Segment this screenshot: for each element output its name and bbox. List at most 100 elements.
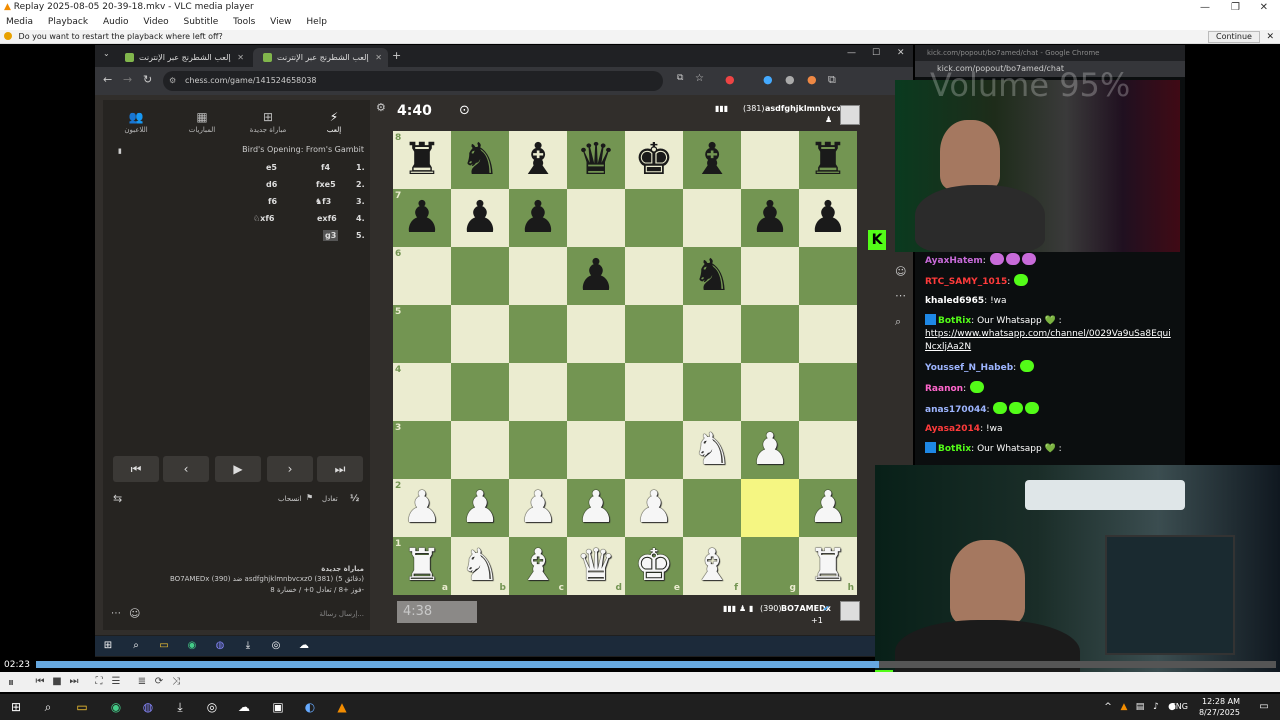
obs-icon[interactable]: ◎ bbox=[204, 699, 220, 715]
tab-games[interactable]: ▦ المباريات bbox=[169, 110, 235, 134]
shuffle-icon[interactable]: ⤨ bbox=[169, 675, 183, 689]
move-white[interactable]: f4 bbox=[321, 163, 330, 172]
board-square-c5[interactable] bbox=[509, 305, 567, 363]
close-notice-icon[interactable]: ✕ bbox=[1266, 30, 1274, 44]
loop-icon[interactable]: ⟳ bbox=[152, 675, 166, 689]
download-icon[interactable]: ⤓ bbox=[172, 699, 188, 715]
next-move-button[interactable]: › bbox=[267, 456, 313, 482]
white-queen-piece[interactable]: ♛ bbox=[576, 540, 615, 591]
board-square-b2[interactable]: ♟ bbox=[451, 479, 509, 537]
close-window-icon[interactable]: ✕ bbox=[897, 48, 905, 58]
app-icon[interactable]: ☁ bbox=[297, 639, 311, 653]
tab-new-game[interactable]: ⊞ مباراة جديدة bbox=[235, 110, 301, 134]
menu-tools[interactable]: Tools bbox=[233, 17, 255, 27]
previous-icon[interactable]: ⏮ bbox=[33, 675, 47, 689]
board-square-d6[interactable]: ♟ bbox=[567, 247, 625, 305]
white-bishop-piece[interactable]: ♝ bbox=[692, 540, 731, 591]
move-black[interactable]: f6 bbox=[268, 197, 277, 206]
streamer-icon[interactable]: ☺ bbox=[895, 265, 906, 278]
white-rook-piece[interactable]: ♜ bbox=[402, 540, 441, 591]
board-square-c2[interactable]: ♟ bbox=[509, 479, 567, 537]
settings-gear-icon[interactable]: ⚙ bbox=[376, 101, 386, 114]
chat-username[interactable]: RTC_SAMY_1015 bbox=[925, 277, 1007, 287]
board-square-a7[interactable]: ♟ 7 bbox=[393, 189, 451, 247]
chat-username[interactable]: AyaxHatem bbox=[925, 256, 983, 266]
volume-icon[interactable]: ♪ bbox=[1148, 699, 1164, 715]
board-square-f1[interactable]: ♝ f bbox=[683, 537, 741, 595]
white-pawn-piece[interactable]: ♟ bbox=[634, 482, 673, 533]
extensions-puzzle-icon[interactable]: ⧉ bbox=[828, 73, 836, 87]
last-move-button[interactable]: ⏭ bbox=[317, 456, 363, 482]
board-square-e4[interactable] bbox=[625, 363, 683, 421]
board-square-a1[interactable]: ♜ 1 a bbox=[393, 537, 451, 595]
board-square-g1[interactable]: g bbox=[741, 537, 799, 595]
white-bishop-piece[interactable]: ♝ bbox=[518, 540, 557, 591]
board-square-d7[interactable] bbox=[567, 189, 625, 247]
board-square-e8[interactable]: ♚ bbox=[625, 131, 683, 189]
windows-start-icon[interactable]: ⊞ bbox=[101, 639, 115, 653]
board-square-f3[interactable]: ♞ bbox=[683, 421, 741, 479]
extension-icon[interactable]: ● bbox=[763, 73, 773, 86]
menu-playback[interactable]: Playback bbox=[48, 17, 88, 27]
board-square-g6[interactable] bbox=[741, 247, 799, 305]
board-square-h8[interactable]: ♜ bbox=[799, 131, 857, 189]
draw-button[interactable]: تعادل bbox=[322, 495, 338, 503]
app-icon[interactable]: ▣ bbox=[270, 699, 286, 715]
board-square-a4[interactable]: 4 bbox=[393, 363, 451, 421]
board-square-b5[interactable] bbox=[451, 305, 509, 363]
flag-icon[interactable]: ⚑ bbox=[306, 493, 313, 502]
player-avatar[interactable] bbox=[840, 601, 860, 621]
black-king-piece[interactable]: ♚ bbox=[634, 134, 673, 185]
menu-media[interactable]: Media bbox=[6, 17, 33, 27]
white-king-piece[interactable]: ♚ bbox=[634, 540, 673, 591]
black-rook-piece[interactable]: ♜ bbox=[808, 134, 847, 185]
white-rook-piece[interactable]: ♜ bbox=[808, 540, 847, 591]
board-square-f8[interactable]: ♝ bbox=[683, 131, 741, 189]
extension-icon[interactable]: ● bbox=[725, 73, 735, 86]
board-square-e2[interactable]: ♟ bbox=[625, 479, 683, 537]
white-pawn-piece[interactable]: ♟ bbox=[808, 482, 847, 533]
board-square-g5[interactable] bbox=[741, 305, 799, 363]
close-button[interactable]: ✕ bbox=[1260, 0, 1268, 15]
board-square-f5[interactable] bbox=[683, 305, 741, 363]
board-square-c8[interactable]: ♝ bbox=[509, 131, 567, 189]
board-square-c4[interactable] bbox=[509, 363, 567, 421]
language-indicator[interactable]: ENG bbox=[1171, 702, 1188, 711]
prev-move-button[interactable]: ‹ bbox=[163, 456, 209, 482]
board-square-d5[interactable] bbox=[567, 305, 625, 363]
chat-link[interactable]: https://www.whatsapp.com/channel/0029Va9… bbox=[925, 328, 1183, 354]
board-square-h3[interactable] bbox=[799, 421, 857, 479]
tab-players[interactable]: 👥 اللاعبون bbox=[103, 110, 169, 134]
opponent-avatar[interactable] bbox=[840, 105, 860, 125]
board-square-a8[interactable]: ♜ 8 bbox=[393, 131, 451, 189]
play-moves-button[interactable]: ▶ bbox=[215, 456, 261, 482]
move-black[interactable]: e5 bbox=[266, 163, 277, 172]
board-square-a2[interactable]: ♟ 2 bbox=[393, 479, 451, 537]
windows-start-icon[interactable]: ⊞ bbox=[8, 699, 24, 715]
board-square-b8[interactable]: ♞ bbox=[451, 131, 509, 189]
board-square-h1[interactable]: ♜ h bbox=[799, 537, 857, 595]
move-black[interactable]: d6 bbox=[266, 180, 277, 189]
flip-board-icon[interactable]: ⇆ bbox=[113, 492, 122, 505]
more-icon[interactable]: ⋯ bbox=[895, 289, 906, 302]
board-square-b6[interactable] bbox=[451, 247, 509, 305]
white-pawn-piece[interactable]: ♟ bbox=[750, 424, 789, 475]
menu-view[interactable]: View bbox=[270, 17, 291, 27]
black-pawn-piece[interactable]: ♟ bbox=[402, 192, 441, 243]
black-bishop-piece[interactable]: ♝ bbox=[692, 134, 731, 185]
board-square-e5[interactable] bbox=[625, 305, 683, 363]
search-icon[interactable]: ⌕ bbox=[129, 639, 143, 653]
board-square-e6[interactable] bbox=[625, 247, 683, 305]
white-knight-piece[interactable]: ♞ bbox=[692, 424, 731, 475]
chat-username[interactable]: khaled6965 bbox=[925, 296, 984, 306]
board-square-h5[interactable] bbox=[799, 305, 857, 363]
board-square-b3[interactable] bbox=[451, 421, 509, 479]
board-square-a5[interactable]: 5 bbox=[393, 305, 451, 363]
black-pawn-piece[interactable]: ♟ bbox=[808, 192, 847, 243]
tray-vlc-icon[interactable]: ▲ bbox=[1116, 699, 1132, 715]
board-square-d4[interactable] bbox=[567, 363, 625, 421]
board-square-e1[interactable]: ♚ e bbox=[625, 537, 683, 595]
tray-arrow-icon[interactable]: ^ bbox=[1100, 699, 1116, 715]
white-knight-piece[interactable]: ♞ bbox=[460, 540, 499, 591]
download-icon[interactable]: ⤓ bbox=[241, 639, 255, 653]
